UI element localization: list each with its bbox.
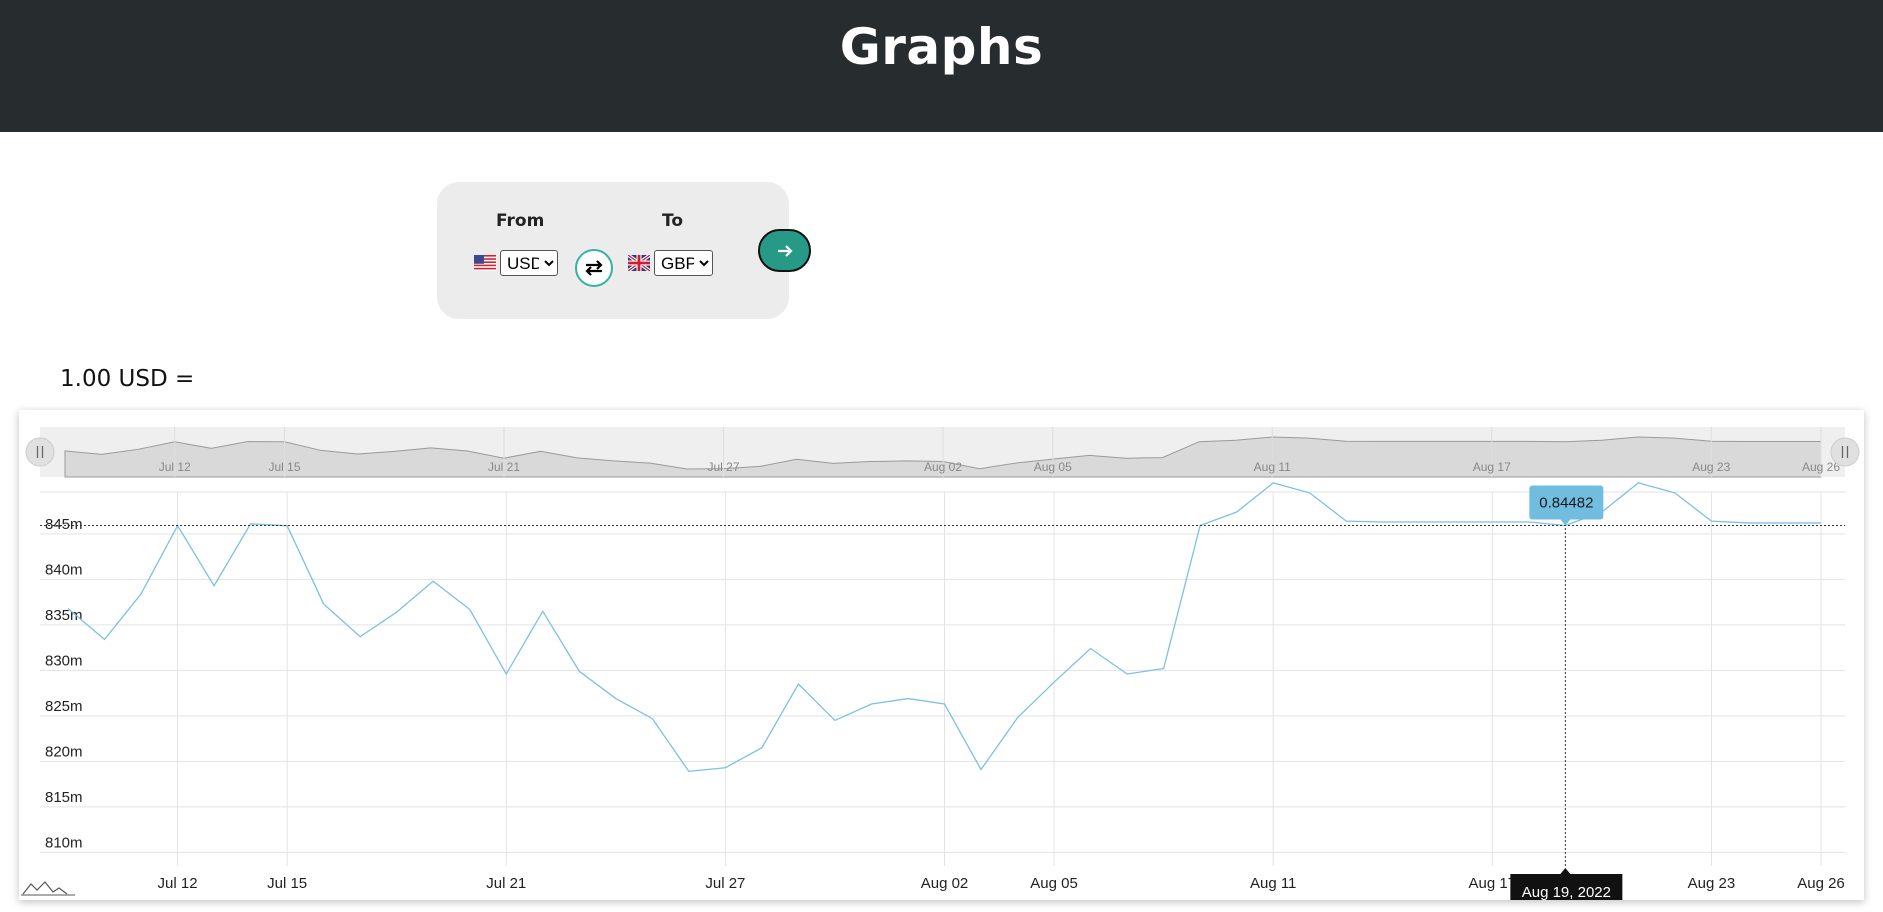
x-tick-label: Jul 27 [705,875,745,892]
y-tick-label: 810m [45,834,83,851]
navigator-tick-label: Aug 11 [1254,460,1291,474]
exchange-rate-chart[interactable]: Jul 12 Jul 15 Jul 21 Jul 27 Aug 02 Aug 05 Aug … [19,410,1864,900]
y-tick-label: 820m [45,743,83,760]
swap-arrows-icon [585,260,603,276]
x-tick-label: Aug 17 [1469,875,1517,892]
x-tick-label: Aug 02 [921,875,969,892]
y-tick-label: 815m [45,789,83,806]
us-flag-icon [474,255,496,271]
chart-mini-icon[interactable] [22,881,68,895]
date-tooltip-pointer [1560,868,1571,874]
to-currency-select[interactable]: GBP [654,250,713,276]
navigator-tick-label: Aug 02 [924,460,962,474]
page-title: Graphs [839,18,1044,76]
convert-submit-button[interactable] [758,229,811,272]
navigator-tick-label: Jul 21 [488,460,520,474]
navigator-tick-label: Jul 27 [707,460,739,474]
date-tooltip-label: Aug 19, 2022 [1522,884,1611,900]
x-tick-label: Jul 12 [158,875,198,892]
navigator-tick-label: Jul 15 [268,460,300,474]
x-tick-label: Jul 21 [486,875,526,892]
currency-converter-panel [437,182,789,319]
arrow-right-icon [777,244,793,257]
top-header-bar: Graphs [0,0,1883,132]
y-tick-label: 840m [45,561,83,578]
navigator-tick-label: Aug 26 [1802,460,1840,474]
x-tick-label: Jul 15 [267,875,307,892]
navigator-tick-label: Aug 05 [1034,460,1072,474]
navigator-left-handle[interactable] [25,437,55,467]
rate-heading: 1.00 USD = [60,366,195,392]
x-tick-label: Aug 23 [1688,875,1736,892]
uk-flag-icon [628,255,650,271]
swap-currencies-button[interactable] [575,249,613,287]
x-tick-label: Aug 11 [1250,875,1296,892]
navigator-right-handle[interactable] [1830,437,1860,467]
navigator-tick-label: Aug 17 [1473,460,1511,474]
navigator-tick-label: Aug 23 [1692,460,1730,474]
y-tick-label: 830m [45,652,83,669]
y-tick-label: 825m [45,698,83,715]
from-currency-select[interactable]: USD [500,250,558,276]
exchange-rate-chart-card: Jul 12 Jul 15 Jul 21 Jul 27 Aug 02 Aug 05 Aug … [19,410,1864,900]
navigator-tick-label: Jul 12 [159,460,191,474]
value-tooltip-label: 0.84482 [1539,494,1593,511]
from-label: From [496,211,545,231]
y-tick-label: 845m [45,516,83,533]
x-tick-label: Aug 05 [1030,875,1078,892]
x-tick-label: Aug 26 [1797,875,1845,892]
to-label: To [662,211,684,231]
